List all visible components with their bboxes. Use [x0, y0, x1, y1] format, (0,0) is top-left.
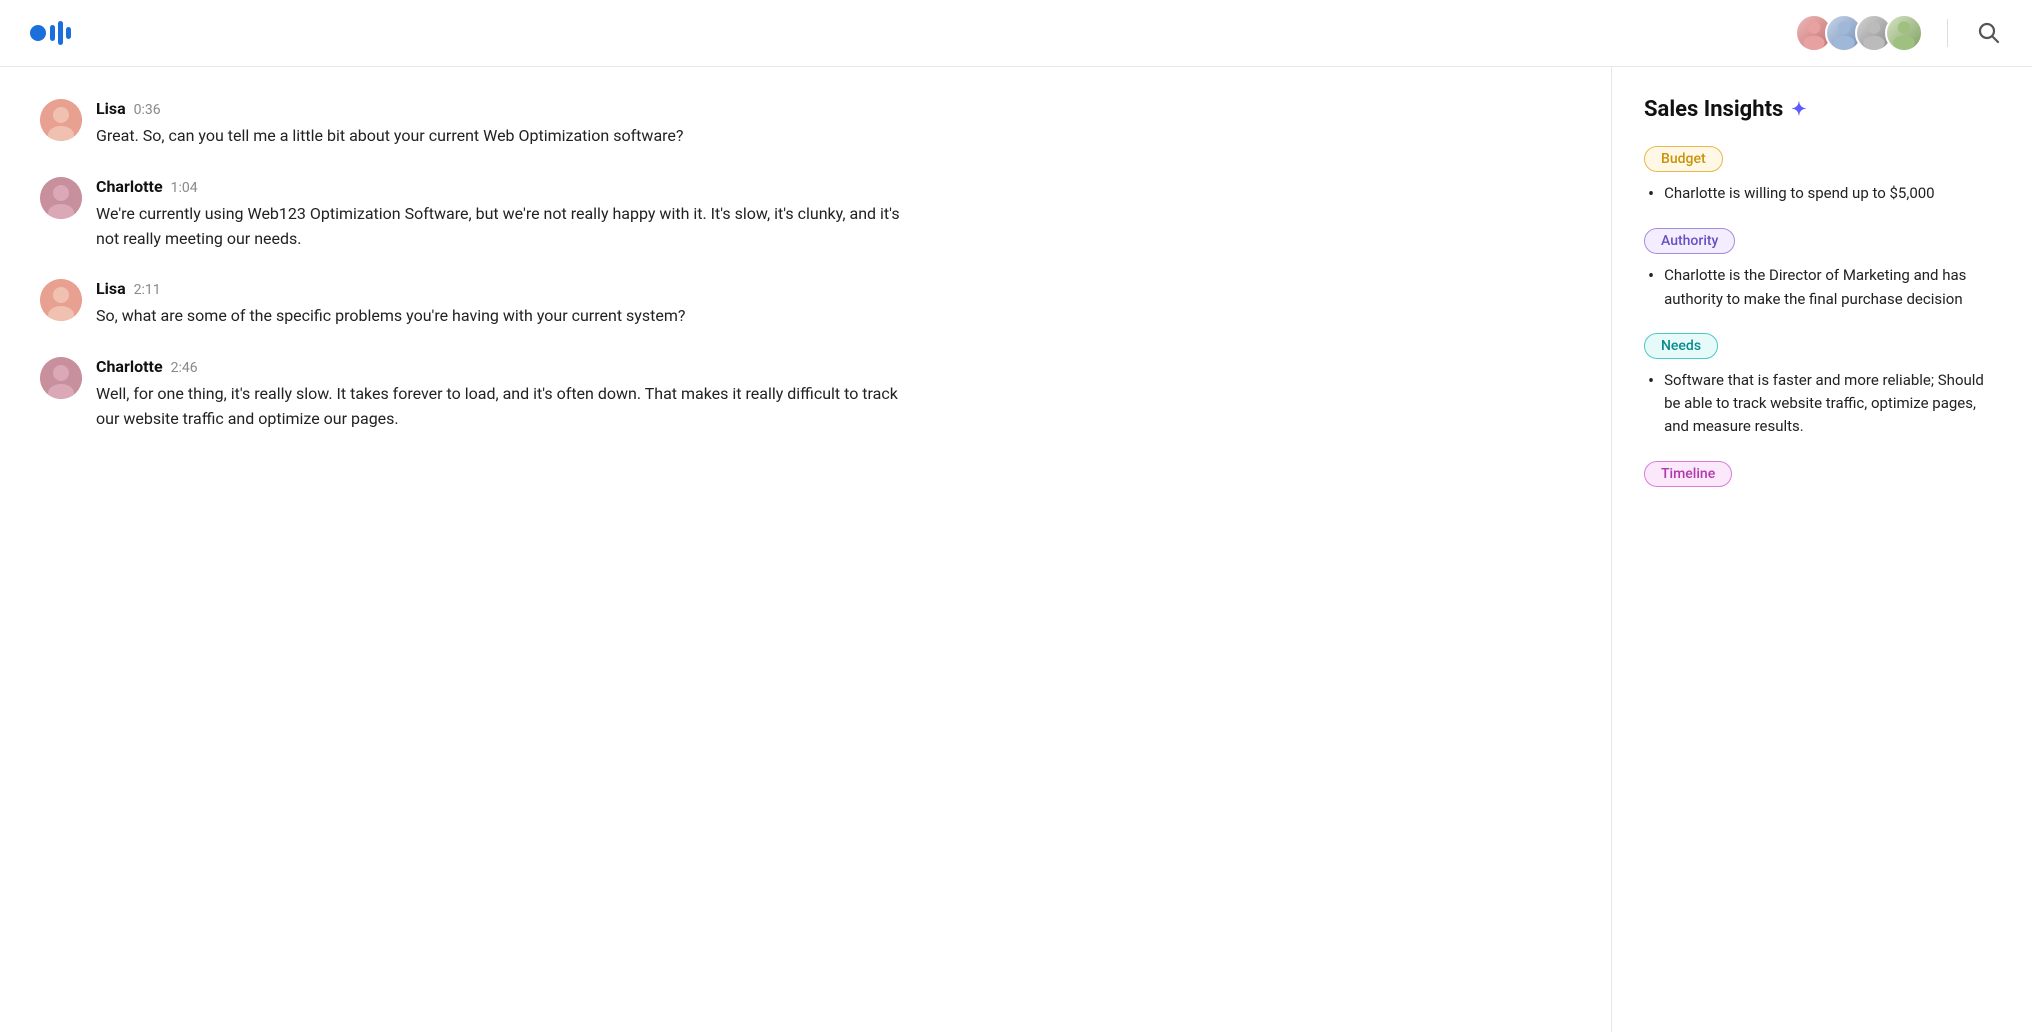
insights-title-text: Sales Insights: [1644, 97, 1783, 122]
avatar-img: [1887, 16, 1921, 50]
msg-content: Lisa 0:36 Great. So, can you tell me a lit…: [96, 99, 683, 149]
msg-text: Great. So, can you tell me a little bit …: [96, 124, 683, 149]
msg-text: We're currently using Web123 Optimizatio…: [96, 202, 916, 252]
insight-item-text: Charlotte is willing to spend up to $5,0…: [1664, 182, 1935, 206]
msg-timestamp: 2:11: [134, 282, 161, 298]
avatar-face: [40, 99, 82, 141]
insight-item: • Charlotte is willing to spend up to $5,…: [1644, 182, 2000, 206]
insight-section-budget: Budget • Charlotte is willing to spend up …: [1644, 146, 2000, 206]
bullet-point: •: [1648, 183, 1654, 206]
msg-header: Charlotte 1:04: [96, 177, 916, 196]
message-block: Charlotte 2:46 Well, for one thing, it's r…: [40, 357, 1571, 432]
msg-avatar-1: [40, 177, 82, 219]
msg-avatar-2: [40, 279, 82, 321]
insight-section-authority: Authority •Charlotte is the Director of M…: [1644, 228, 2000, 311]
search-icon: [1976, 20, 2000, 44]
main-layout: Lisa 0:36 Great. So, can you tell me a lit…: [0, 67, 2032, 1032]
msg-speaker-name: Charlotte: [96, 357, 163, 376]
msg-timestamp: 1:04: [171, 180, 198, 196]
insight-item-text: Charlotte is the Director of Marketing a…: [1664, 264, 2000, 311]
msg-timestamp: 2:46: [171, 360, 198, 376]
header-divider: [1947, 19, 1948, 47]
msg-header: Lisa 0:36: [96, 99, 683, 118]
msg-avatar-3: [40, 357, 82, 399]
insight-item: •Software that is faster and more reliab…: [1644, 369, 2000, 439]
header-right: [1795, 14, 2004, 52]
insight-item: •Charlotte is the Director of Marketing …: [1644, 264, 2000, 311]
bullet-point: •: [1648, 265, 1654, 311]
msg-text: Well, for one thing, it's really slow. I…: [96, 382, 916, 432]
insight-tag-authority: Authority: [1644, 228, 1735, 254]
msg-content: Charlotte 1:04 We're currently using Web12…: [96, 177, 916, 252]
app-header: [0, 0, 2032, 67]
msg-avatar-0: [40, 99, 82, 141]
avatar-face: [40, 177, 82, 219]
message-block: Charlotte 1:04 We're currently using Web12…: [40, 177, 1571, 252]
insight-section-timeline: Timeline: [1644, 461, 2000, 497]
insight-tag-needs: Needs: [1644, 333, 1718, 359]
insights-title: Sales Insights ✦: [1644, 97, 2000, 122]
chat-panel: Lisa 0:36 Great. So, can you tell me a lit…: [0, 67, 1612, 1032]
msg-content: Charlotte 2:46 Well, for one thing, it's r…: [96, 357, 916, 432]
message-block: Lisa 2:11 So, what are some of the specifi…: [40, 279, 1571, 329]
avatar-participant-4: [1885, 14, 1923, 52]
msg-content: Lisa 2:11 So, what are some of the specifi…: [96, 279, 685, 329]
insight-tag-budget: Budget: [1644, 146, 1723, 172]
avatar-face: [40, 279, 82, 321]
app-logo: [28, 15, 80, 51]
sparkle-icon: ✦: [1791, 99, 1806, 120]
insight-tag-timeline: Timeline: [1644, 461, 1732, 487]
bullet-point: •: [1648, 370, 1654, 439]
participant-avatars: [1795, 14, 1923, 52]
insight-section-needs: Needs •Software that is faster and more r…: [1644, 333, 2000, 439]
message-block: Lisa 0:36 Great. So, can you tell me a lit…: [40, 99, 1571, 149]
msg-text: So, what are some of the specific proble…: [96, 304, 685, 329]
header-left: [28, 15, 94, 51]
msg-speaker-name: Charlotte: [96, 177, 163, 196]
search-button[interactable]: [1972, 16, 2004, 51]
msg-speaker-name: Lisa: [96, 279, 126, 298]
insight-item-text: Software that is faster and more reliabl…: [1664, 369, 2000, 439]
avatar-face: [40, 357, 82, 399]
msg-speaker-name: Lisa: [96, 99, 126, 118]
msg-header: Charlotte 2:46: [96, 357, 916, 376]
insights-panel: Sales Insights ✦ Budget • Charlotte is willi…: [1612, 67, 2032, 1032]
msg-timestamp: 0:36: [134, 102, 161, 118]
msg-header: Lisa 2:11: [96, 279, 685, 298]
logo-svg: [28, 15, 80, 51]
